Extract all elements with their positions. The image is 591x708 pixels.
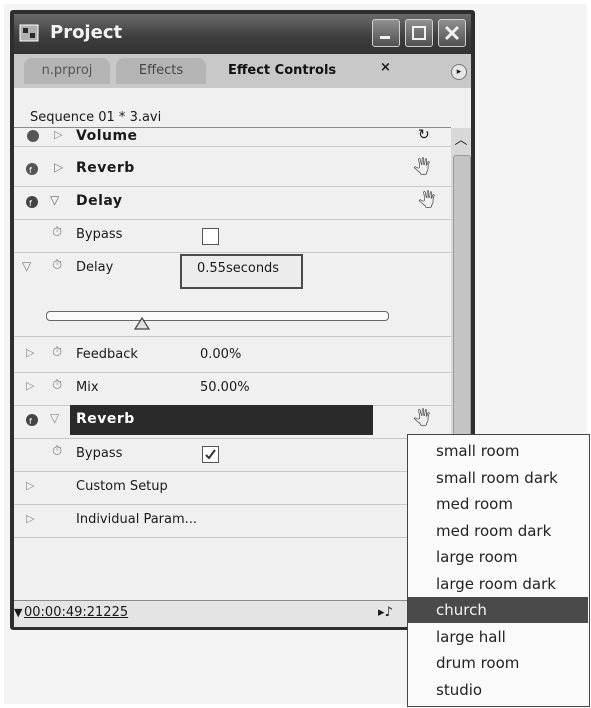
expand-triangle-icon[interactable]: ▷: [26, 346, 34, 359]
expand-triangle-icon[interactable]: ▷: [54, 160, 63, 174]
app-icon: [19, 24, 39, 42]
close-icon: [444, 25, 460, 41]
effect-name-reverb-selected: Reverb: [76, 411, 135, 427]
fx-toggle-icon[interactable]: f: [25, 162, 39, 176]
fx-toggle-icon[interactable]: [26, 130, 40, 142]
param-label-mix: Mix: [76, 380, 99, 395]
dropdown-option-large-hall[interactable]: large hall: [408, 624, 588, 650]
panel-menu-icon[interactable]: ▸: [451, 64, 467, 80]
fx-toggle-icon[interactable]: f: [25, 195, 39, 209]
scrollbar-thumb[interactable]: [453, 155, 471, 457]
svg-text:f: f: [29, 166, 32, 175]
param-label-feedback: Feedback: [76, 347, 138, 362]
effect-name-delay: Delay: [76, 193, 123, 209]
expand-triangle-icon[interactable]: ▷: [26, 379, 34, 392]
dropdown-option-large-room-dark[interactable]: large room dark: [408, 571, 588, 597]
svg-text:f: f: [29, 417, 32, 426]
dropdown-option-church[interactable]: church: [408, 597, 588, 623]
preset-menu-icon[interactable]: 🖑: [413, 408, 430, 435]
delay-value[interactable]: 0.55seconds: [197, 261, 279, 276]
dropdown-option-studio[interactable]: studio: [408, 677, 588, 703]
param-label-custom-setup: Custom Setup: [76, 479, 168, 494]
param-label-bypass-2: Bypass: [76, 446, 123, 461]
expand-triangle-icon[interactable]: ▷: [26, 479, 34, 492]
maximize-icon: [412, 26, 426, 40]
effect-name-volume: Volume: [76, 128, 138, 144]
stopwatch-icon[interactable]: ⏱: [52, 345, 62, 360]
svg-text:f: f: [29, 199, 32, 208]
param-label-individual-params: Individual Param...: [76, 512, 198, 527]
bypass-checkbox-checked[interactable]: [202, 446, 219, 463]
window-title: Project: [50, 22, 123, 43]
tab-close-icon[interactable]: ×: [380, 60, 391, 75]
stopwatch-icon[interactable]: ⏱: [52, 378, 62, 393]
param-value-feedback[interactable]: 0.00%: [200, 347, 241, 362]
fx-toggle-icon[interactable]: f: [25, 413, 39, 427]
stopwatch-icon[interactable]: ⏱: [52, 258, 62, 273]
slider-thumb[interactable]: [134, 316, 151, 330]
maximize-button[interactable]: [405, 19, 433, 47]
preset-menu-icon[interactable]: 🖑: [418, 190, 435, 217]
tab-project[interactable]: n.prproj: [24, 58, 110, 84]
scroll-up-arrow-icon[interactable]: ︿: [451, 130, 471, 152]
checkmark-icon: [205, 449, 216, 460]
preset-menu-icon[interactable]: 🖑: [413, 157, 430, 184]
expand-triangle-icon[interactable]: ▷: [54, 128, 62, 141]
stopwatch-icon[interactable]: ⏱: [52, 444, 62, 459]
dropdown-option-large-room[interactable]: large room: [408, 544, 588, 570]
timecode-display[interactable]: 00:00:49:21225: [24, 605, 128, 620]
sequence-label: Sequence 01 * 3.avi: [30, 110, 162, 125]
collapse-triangle-icon[interactable]: ▽: [50, 411, 59, 425]
reset-icon[interactable]: ↻: [418, 127, 430, 143]
dropdown-option-small-room[interactable]: small room: [408, 438, 588, 464]
collapse-triangle-icon[interactable]: ▽: [50, 193, 59, 207]
minimize-icon: [380, 36, 390, 39]
collapse-triangle-icon[interactable]: ▽: [22, 259, 31, 273]
triangle-down-icon: ▼: [14, 606, 23, 619]
dropdown-option-med-room[interactable]: med room: [408, 491, 588, 517]
dropdown-option-small-room-dark[interactable]: small room dark: [408, 465, 588, 491]
param-label-delay: Delay: [76, 260, 114, 275]
param-label-bypass: Bypass: [76, 227, 123, 242]
dropdown-option-med-room-dark[interactable]: med room dark: [408, 518, 588, 544]
close-button[interactable]: [438, 19, 466, 47]
tab-effect-controls[interactable]: Effect Controls: [212, 58, 423, 84]
audio-output-icon[interactable]: ▸♪: [378, 605, 393, 620]
expand-triangle-icon[interactable]: ▷: [26, 512, 34, 525]
dropdown-option-drum-room[interactable]: drum room: [408, 650, 588, 676]
stopwatch-icon[interactable]: ⏱: [52, 225, 62, 240]
effect-name-reverb: Reverb: [76, 160, 135, 176]
tab-effects[interactable]: Effects: [116, 58, 206, 84]
param-value-mix[interactable]: 50.00%: [200, 380, 250, 395]
delay-slider[interactable]: [46, 311, 389, 321]
bypass-checkbox[interactable]: [202, 228, 219, 245]
minimize-button[interactable]: [372, 19, 400, 47]
